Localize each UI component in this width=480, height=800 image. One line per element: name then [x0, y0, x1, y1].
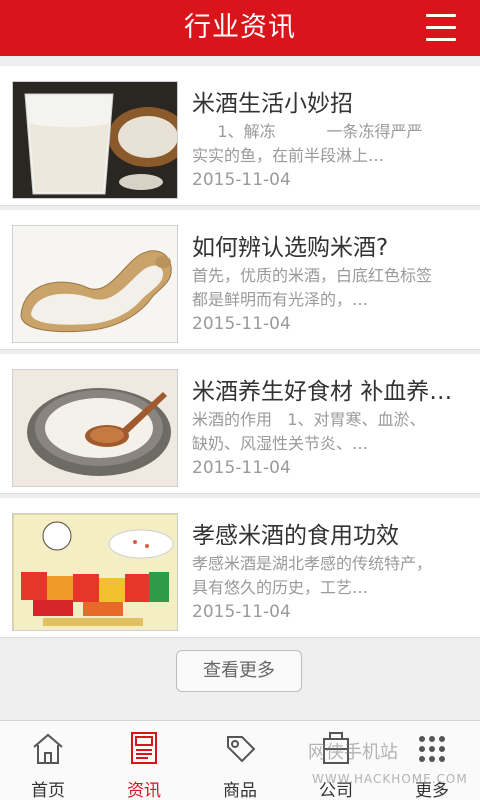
load-more-button[interactable]: 查看更多	[176, 650, 302, 692]
tab-label: 资讯	[127, 781, 161, 800]
article-summary: 1、解冻 一条冻得严严实实的鱼，在前半段淋上…	[192, 122, 423, 165]
article-date: 2015-11-04	[192, 170, 291, 190]
watermark-text: 网侠手机站	[308, 742, 398, 763]
tab-label: 商品	[223, 781, 257, 800]
watermark-url: WWW.HACKHOME.COM	[312, 772, 468, 786]
article-title: 米酒养生好食材 补血养…	[192, 379, 453, 405]
tab-products[interactable]: 商品	[192, 721, 288, 800]
article-thumbnail	[12, 513, 178, 631]
article-thumbnail	[12, 225, 178, 343]
article-title: 孝感米酒的食用功效	[192, 523, 399, 549]
article-title: 米酒生活小妙招	[192, 91, 353, 117]
app-header: 行业资讯	[0, 0, 480, 56]
more-icon	[419, 736, 445, 762]
hamburger-menu-icon[interactable]	[426, 12, 456, 44]
bottom-tab-bar: 首页 资讯 商品 公司 更多	[0, 720, 480, 800]
list-item[interactable]: 孝感米酒的食用功效 孝感米酒是湖北孝感的传统特产，具有悠久的历史，工艺… 201…	[0, 498, 480, 638]
page-title: 行业资讯	[184, 12, 296, 43]
article-date: 2015-11-04	[192, 458, 291, 478]
tab-home[interactable]: 首页	[0, 721, 96, 800]
article-thumbnail	[12, 81, 178, 199]
article-summary: 孝感米酒是湖北孝感的传统特产，具有悠久的历史，工艺…	[192, 554, 433, 597]
article-summary: 米酒的作用 1、对胃寒、血淤、缺奶、风湿性关节炎、…	[192, 410, 426, 453]
tab-news[interactable]: 资讯	[96, 721, 192, 800]
article-date: 2015-11-04	[192, 602, 291, 622]
article-summary: 首先，优质的米酒，白底红色标签都是鲜明而有光泽的，…	[192, 266, 433, 309]
article-title: 如何辨认选购米酒?	[192, 235, 389, 261]
tag-icon	[227, 736, 256, 763]
list-item[interactable]: 米酒生活小妙招 1、解冻 一条冻得严严实实的鱼，在前半段淋上… 2015-11-…	[0, 66, 480, 206]
article-thumbnail	[12, 369, 178, 487]
tab-label: 首页	[31, 781, 65, 800]
list-item[interactable]: 米酒养生好食材 补血养… 米酒的作用 1、对胃寒、血淤、缺奶、风湿性关节炎、… …	[0, 354, 480, 494]
home-icon	[33, 733, 63, 764]
news-icon	[131, 732, 157, 764]
list-item[interactable]: 如何辨认选购米酒? 首先，优质的米酒，白底红色标签都是鲜明而有光泽的，… 201…	[0, 210, 480, 350]
tab-more[interactable]: 更多	[384, 721, 480, 800]
article-date: 2015-11-04	[192, 314, 291, 334]
